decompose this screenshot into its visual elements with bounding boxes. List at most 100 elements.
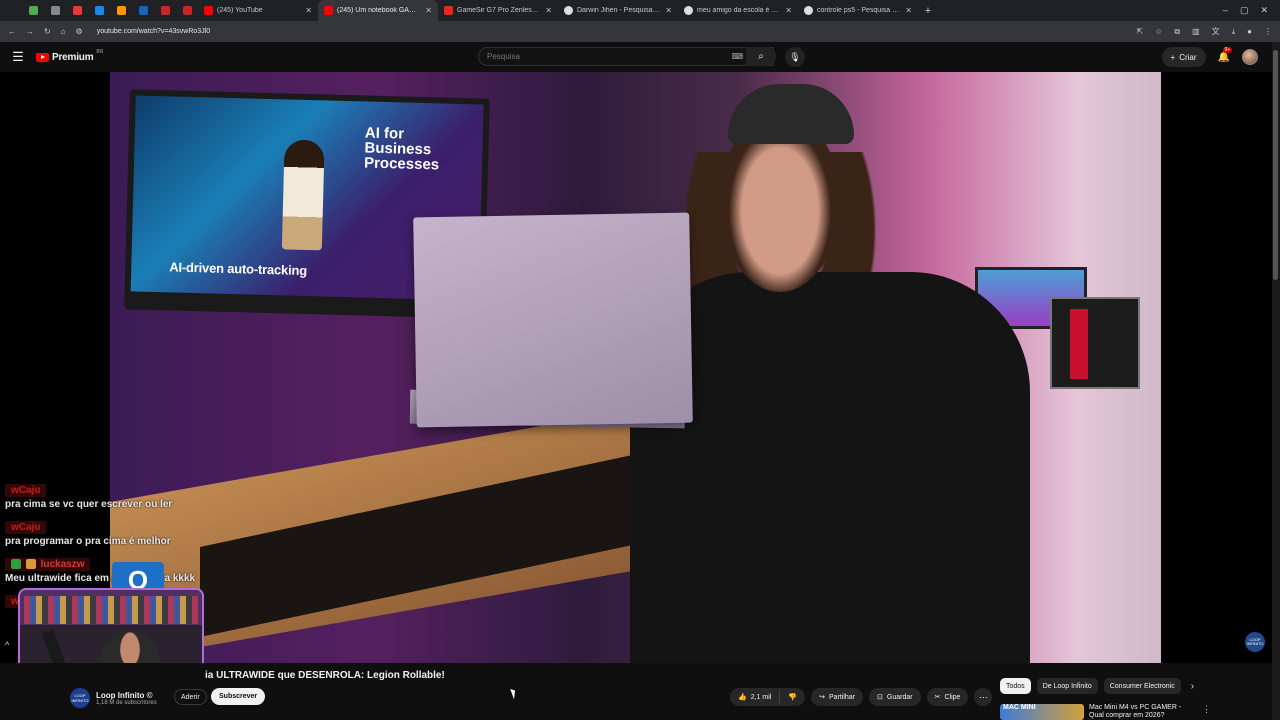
- pinned-tab[interactable]: [22, 0, 44, 21]
- avatar[interactable]: [1242, 49, 1258, 65]
- sidebar-icon[interactable]: ▥: [1192, 27, 1200, 36]
- tab-current-video[interactable]: (245) Um notebook GAMER ✕: [318, 0, 438, 21]
- chip-from-channel[interactable]: De Loop Infinito: [1036, 678, 1098, 694]
- hamburger-menu-icon[interactable]: ☰: [0, 49, 36, 65]
- install-icon[interactable]: ⇱: [1136, 27, 1143, 36]
- plus-icon: +: [1170, 52, 1176, 62]
- video-actions: 👍 2,1 mil 👎 ↪ Partilhar ⊡ Guardar ✂ Clip…: [730, 688, 993, 706]
- channel-watermark[interactable]: LOOP INFINITO: [1245, 632, 1265, 652]
- minimize-button[interactable]: –: [1223, 5, 1228, 16]
- chip-all[interactable]: Todos: [1000, 678, 1031, 694]
- tab-label: meu amigo da escola é um ma: [697, 7, 782, 14]
- share-button[interactable]: ↪ Partilhar: [811, 688, 864, 706]
- translate-icon[interactable]: 文: [1212, 26, 1220, 37]
- create-button[interactable]: + Criar: [1161, 47, 1206, 67]
- webcam-shelf: [24, 596, 198, 624]
- recommended-thumbnail[interactable]: MAC MINI: [1000, 704, 1084, 720]
- tab-youtube[interactable]: (245) YouTube ✕: [198, 0, 318, 21]
- pinned-tab[interactable]: [176, 0, 198, 21]
- tab-google-search[interactable]: meu amigo da escola é um ma ✕: [678, 0, 798, 21]
- channel-name[interactable]: Loop Infinito ©: [96, 691, 157, 700]
- share-icon: ↪: [819, 694, 825, 701]
- subscriber-count: 1,18 M de subscritores: [96, 699, 157, 706]
- tab-label: (245) YouTube: [217, 7, 263, 14]
- tab-google-search[interactable]: Darwin Jihen - Pesquisa Google ✕: [558, 0, 678, 21]
- pinned-tab[interactable]: [66, 0, 88, 21]
- more-actions-button[interactable]: ⋯: [974, 688, 993, 706]
- url-field[interactable]: youtube.com/watch?v=43svwRo3Jl0: [97, 28, 1127, 35]
- back-icon[interactable]: ←: [8, 27, 16, 36]
- check-badge-icon: [11, 559, 21, 570]
- mic-icon: 🎙: [789, 51, 801, 62]
- chip-consumer-electronics[interactable]: Consumer Electronic: [1103, 678, 1181, 694]
- page-scrollbar[interactable]: [1272, 42, 1280, 720]
- like-count: 2,1 mil: [750, 693, 772, 701]
- create-label: Criar: [1179, 52, 1197, 62]
- search-icon: ⌕: [758, 51, 764, 62]
- pinned-tab[interactable]: [110, 0, 132, 21]
- maximize-button[interactable]: ▢: [1240, 5, 1249, 16]
- close-icon[interactable]: ✕: [305, 6, 312, 15]
- join-button[interactable]: Aderir: [174, 689, 207, 705]
- pinned-tab[interactable]: [132, 0, 154, 21]
- kebab-menu-icon[interactable]: ⋮: [1202, 704, 1211, 720]
- home-icon[interactable]: ⌂: [61, 27, 66, 36]
- browser-menu-icon[interactable]: ⋮: [1264, 27, 1272, 36]
- subscribe-button[interactable]: Subscrever: [211, 688, 266, 705]
- search-input[interactable]: Pesquisa ⌨: [478, 47, 774, 66]
- close-icon[interactable]: ✕: [905, 6, 912, 15]
- pinned-favicon-icon: [94, 6, 104, 15]
- chat-username: luckaszw: [40, 559, 85, 570]
- notifications-button[interactable]: 🔔 9+: [1217, 46, 1233, 63]
- downloads-icon[interactable]: ⤓: [1232, 27, 1236, 37]
- forward-icon[interactable]: →: [26, 27, 34, 36]
- close-window-button[interactable]: ✕: [1260, 5, 1268, 16]
- thumbs-up-icon: 👍: [738, 694, 747, 701]
- youtube-favicon-icon: [204, 6, 213, 15]
- chat-username: wCaju: [5, 484, 47, 497]
- logo-text: Premium: [52, 51, 94, 63]
- tv-caption: AI-driven auto-tracking: [169, 259, 308, 279]
- extensions-icon[interactable]: ⧉: [1174, 27, 1180, 37]
- google-favicon-icon: [804, 6, 813, 15]
- profile-icon[interactable]: ●: [1247, 27, 1252, 36]
- reload-icon[interactable]: ↻: [44, 27, 51, 36]
- browser-tabstrip: (245) YouTube ✕ (245) Um notebook GAMER …: [0, 0, 1280, 21]
- pinned-tab[interactable]: [88, 0, 110, 21]
- logo-country: BR: [96, 48, 104, 55]
- keyboard-icon[interactable]: ⌨: [731, 52, 743, 61]
- tab-label: Darwin Jihen - Pesquisa Google: [577, 7, 661, 14]
- tab-gamesir[interactable]: GameSir G7 Pro Zenless Zone ✕: [438, 0, 558, 21]
- tv-presenter: [281, 139, 325, 251]
- pinned-favicon-icon: [50, 6, 60, 15]
- close-icon[interactable]: ✕: [785, 6, 792, 15]
- recommendation-chips: Todos De Loop Infinito Consumer Electron…: [1000, 678, 1194, 694]
- dislike-button[interactable]: 👎: [780, 688, 805, 706]
- pinned-favicon-icon: [28, 6, 38, 15]
- recommended-title[interactable]: Mac Mini M4 vs PC GAMER - Qual comprar e…: [1089, 704, 1189, 720]
- tab-google-search[interactable]: controle ps5 - Pesquisa Google ✕: [798, 0, 918, 21]
- channel-avatar[interactable]: LOOP INFINITO: [70, 688, 90, 708]
- save-button[interactable]: ⊡ Guardar: [869, 688, 921, 706]
- voice-search-button[interactable]: 🎙: [785, 47, 805, 67]
- recommended-video[interactable]: MAC MINI Mac Mini M4 vs PC GAMER - Qual …: [1000, 704, 1211, 720]
- like-button[interactable]: 👍 2,1 mil: [730, 688, 779, 706]
- youtube-logo[interactable]: Premium BR: [36, 48, 104, 63]
- channel-info[interactable]: LOOP INFINITO Loop Infinito © 1,18 M de …: [70, 688, 157, 708]
- youtube-favicon-icon: [324, 6, 333, 15]
- pc-tower-light: [1070, 309, 1088, 379]
- video-player[interactable]: AI for Business Processes AI-driven auto…: [0, 72, 1272, 663]
- close-icon[interactable]: ✕: [545, 6, 552, 15]
- close-icon[interactable]: ✕: [665, 6, 672, 15]
- pinned-tab[interactable]: [154, 0, 176, 21]
- bell-icon: 🔔: [1217, 51, 1230, 63]
- bookmark-star-icon[interactable]: ☆: [1155, 27, 1162, 36]
- search-button[interactable]: ⌕: [746, 47, 776, 66]
- scrollbar-thumb[interactable]: [1273, 50, 1278, 280]
- pinned-tab[interactable]: [44, 0, 66, 21]
- close-icon[interactable]: ✕: [425, 6, 432, 15]
- site-info-icon[interactable]: ⚙: [76, 27, 83, 36]
- clip-button[interactable]: ✂ Clipe: [926, 688, 969, 706]
- new-tab-button[interactable]: +: [918, 5, 938, 17]
- chevron-right-icon[interactable]: ›: [1191, 681, 1194, 692]
